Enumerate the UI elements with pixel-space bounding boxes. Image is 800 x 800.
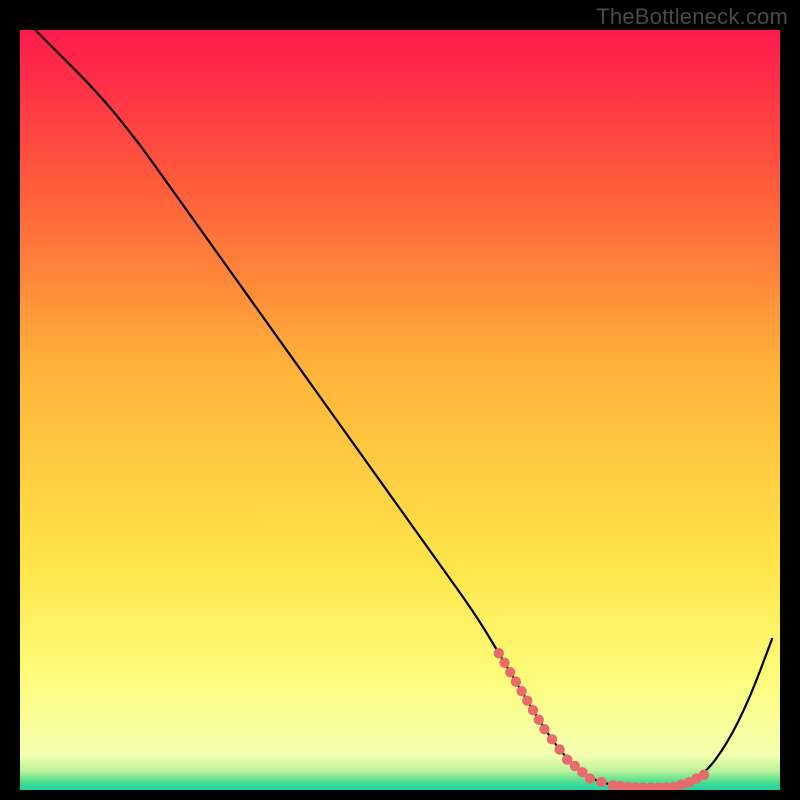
highlight-dot	[699, 770, 709, 780]
highlight-dot	[554, 744, 564, 754]
highlight-dot	[585, 773, 595, 783]
gradient-background	[20, 30, 780, 790]
highlight-dot	[534, 715, 544, 725]
highlight-dot	[539, 724, 549, 734]
highlight-dot	[522, 696, 532, 706]
highlight-dot	[547, 734, 557, 744]
watermark-label: TheBottleneck.com	[596, 4, 788, 30]
highlight-dot	[528, 705, 538, 715]
highlight-dot	[596, 777, 606, 787]
chart-container: TheBottleneck.com	[0, 0, 800, 800]
highlight-dot	[511, 677, 521, 687]
highlight-dot	[499, 658, 509, 668]
chart-svg	[20, 30, 780, 790]
highlight-dot	[516, 686, 526, 696]
highlight-dot	[494, 648, 504, 658]
highlight-dot	[505, 667, 515, 677]
